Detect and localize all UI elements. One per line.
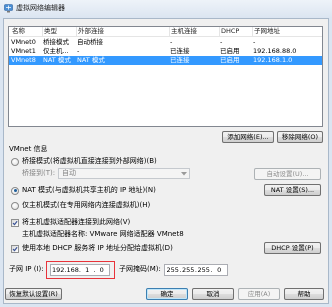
subnet-mask-octet[interactable]: 255 (196, 265, 212, 275)
subnet-ip-octet[interactable]: 1 (80, 265, 95, 275)
dhcp-label: 使用本地 DHCP 服务将 IP 地址分配给虚拟机(D) (22, 244, 173, 252)
bridged-to-label: 桥接到(T): (22, 169, 56, 177)
virtual-network-list[interactable]: 名称 类型 外部连接 主机连接 DHCP 子网地址 VMnet0 桥接模式 自动… (8, 26, 323, 127)
subnet-mask-label: 子网掩码(M): (119, 265, 161, 273)
host-only-label: 仅主机模式(在专用网络内连接虚拟机)(H) (22, 201, 151, 209)
restore-defaults-button[interactable]: 恢复默认设置(R) (5, 288, 62, 300)
cell-subnet: 192.168.1.0 (253, 56, 293, 64)
auto-settings-button[interactable]: 自动设置(U)... (254, 168, 321, 180)
nat-settings-button[interactable]: NAT 设置(S)... (264, 184, 321, 196)
chevron-down-icon[interactable] (179, 169, 189, 178)
table-row[interactable]: VMnet1 仅主机... - 已连接 已启用 192.168.88.0 (9, 47, 322, 56)
cell-subnet: 192.168.88.0 (253, 47, 297, 55)
vmnet-info-heading: VMnet 信息 (9, 145, 48, 153)
subnet-ip-octet[interactable]: 168 (66, 265, 81, 275)
adapter-name-text: 主机虚拟适配器名称: VMware 网络适配器 VMnet8 (22, 230, 184, 238)
cell-external: NAT 模式 (77, 56, 105, 64)
cancel-button[interactable]: 取消 (192, 288, 234, 300)
connect-adapter-checkbox[interactable] (11, 218, 19, 227)
column-header-subnet[interactable]: 子网地址 (253, 27, 321, 36)
ok-button[interactable]: 确定 (146, 288, 188, 300)
subnet-ip-octet[interactable]: 192 (51, 265, 66, 275)
dhcp-option[interactable]: 使用本地 DHCP 服务将 IP 地址分配给虚拟机(D) (11, 244, 251, 253)
cell-dhcp: - (220, 38, 223, 46)
cell-external: - (77, 47, 80, 55)
host-only-option[interactable]: 仅主机模式(在专用网络内连接虚拟机)(H) (11, 201, 251, 210)
subnet-mask-octet[interactable]: 0 (212, 265, 228, 275)
cell-subnet: - (253, 38, 256, 46)
table-header: 名称 类型 外部连接 主机连接 DHCP 子网地址 (9, 27, 322, 37)
nat-mode-option[interactable]: NAT 模式(与虚拟机共享主机的 IP 地址)(N) (11, 186, 251, 195)
cell-dhcp: 已启用 (220, 47, 240, 55)
dhcp-checkbox[interactable] (11, 244, 19, 253)
bridged-mode-radio[interactable] (11, 157, 19, 166)
help-button[interactable]: 帮助 (284, 288, 324, 300)
checkmark-icon (12, 246, 18, 252)
network-editor-icon (4, 4, 13, 13)
title-bar[interactable]: 虚拟网络编辑器 (0, 0, 332, 18)
cell-host: - (170, 38, 173, 46)
cell-type: 桥接模式 (43, 38, 69, 46)
add-network-button[interactable]: 添加网络(E)... (222, 131, 274, 143)
column-header-dhcp[interactable]: DHCP (220, 27, 253, 36)
column-header-type[interactable]: 类型 (43, 27, 77, 36)
nat-mode-label: NAT 模式(与虚拟机共享主机的 IP 地址)(N) (22, 186, 156, 194)
cell-name: VMnet0 (11, 38, 36, 46)
bridged-mode-label: 桥接模式(将虚拟机直接连接到外部网络)(B) (22, 157, 157, 165)
subnet-mask-octet[interactable]: 255 (181, 265, 196, 275)
cell-external: 自动桥接 (77, 38, 103, 46)
bridged-to-value: 自动 (62, 169, 76, 177)
subnet-ip-label: 子网 IP (I): (9, 265, 44, 273)
checkmark-icon (12, 220, 18, 226)
table-row[interactable]: VMnet0 桥接模式 自动桥接 - - - (9, 38, 322, 47)
bridged-to-dropdown[interactable]: 自动 (58, 168, 190, 179)
connect-adapter-option[interactable]: 将主机虚拟适配器连接到此网络(V) (11, 218, 251, 227)
bridged-mode-option[interactable]: 桥接模式(将虚拟机直接连接到外部网络)(B) (11, 157, 251, 166)
column-header-host[interactable]: 主机连接 (170, 27, 220, 36)
cell-type: 仅主机... (43, 47, 69, 55)
window-title: 虚拟网络编辑器 (16, 4, 65, 12)
table-row[interactable]: VMnet8 NAT 模式 NAT 模式 已连接 已启用 192.168.1.0 (9, 56, 322, 65)
cell-name: VMnet1 (11, 47, 36, 55)
subnet-ip-input[interactable]: 192 168 1 0 (50, 264, 110, 276)
nat-mode-radio[interactable] (11, 186, 19, 195)
column-header-name[interactable]: 名称 (11, 27, 43, 36)
cell-host: 已连接 (170, 47, 190, 55)
cell-dhcp: 已启用 (220, 56, 240, 64)
cell-name: VMnet8 (11, 56, 36, 64)
subnet-mask-octet[interactable]: 255 (165, 265, 181, 275)
subnet-mask-input[interactable]: 255 255 255 0 (164, 264, 228, 276)
column-header-external[interactable]: 外部连接 (77, 27, 170, 36)
cell-host: 已连接 (170, 56, 190, 64)
host-only-radio[interactable] (11, 201, 19, 210)
apply-button[interactable]: 应用(A) (238, 288, 280, 300)
connect-adapter-label: 将主机虚拟适配器连接到此网络(V) (22, 218, 131, 226)
remove-network-button[interactable]: 移除网络(O) (277, 131, 323, 143)
subnet-ip-octet[interactable]: 0 (95, 265, 110, 275)
dhcp-settings-button[interactable]: DHCP 设置(P) (264, 242, 321, 254)
cell-type: NAT 模式 (43, 56, 71, 64)
